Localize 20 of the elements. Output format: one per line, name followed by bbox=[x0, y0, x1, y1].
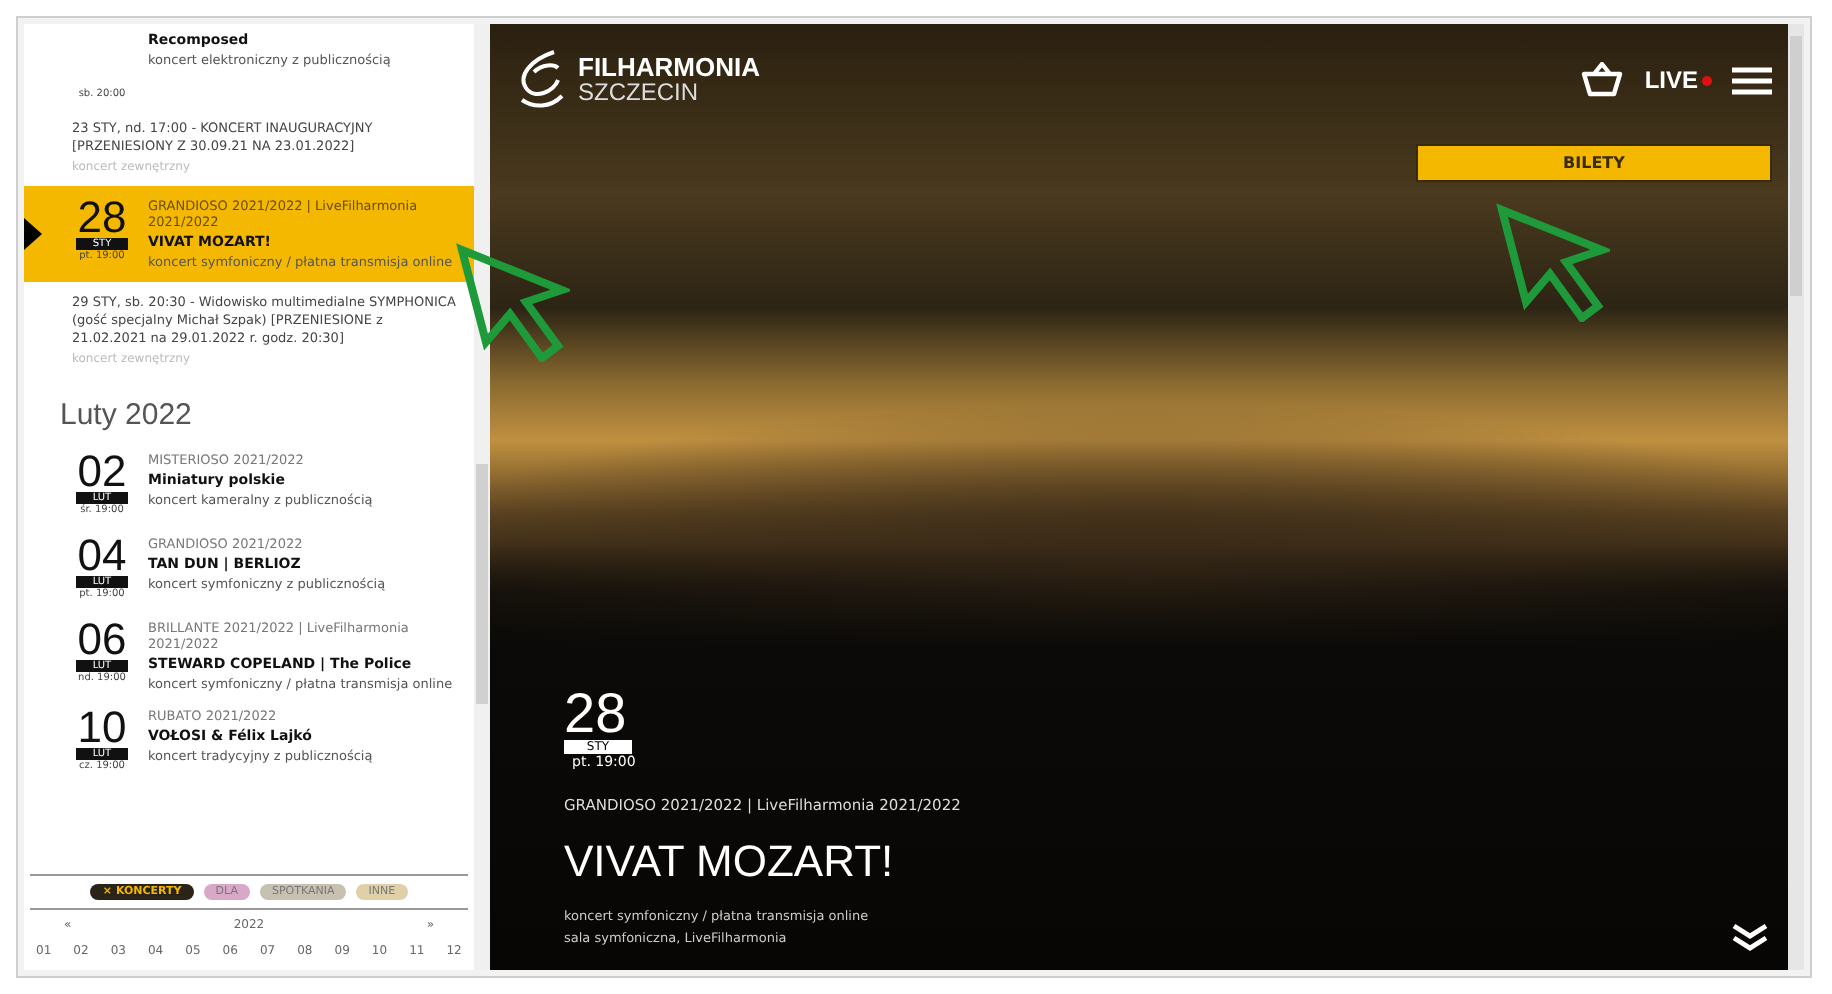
basket-icon[interactable] bbox=[1580, 62, 1625, 98]
menu-icon[interactable] bbox=[1732, 65, 1772, 95]
scrollbar-thumb[interactable] bbox=[476, 464, 488, 704]
scrollbar-thumb[interactable] bbox=[1790, 36, 1802, 296]
event-day: 28 bbox=[564, 688, 627, 740]
event-day: 04 bbox=[77, 536, 127, 576]
pointer-arrow-icon bbox=[1494, 202, 1610, 322]
event-day: 06 bbox=[77, 620, 127, 660]
logo-name: FILHARMONIA bbox=[578, 54, 760, 80]
event-day: 02 bbox=[77, 452, 127, 492]
selection-marker-icon bbox=[24, 218, 42, 250]
live-button[interactable]: LIVE bbox=[1644, 66, 1712, 94]
pointer-arrow-icon bbox=[454, 242, 570, 362]
event-day: 28 bbox=[77, 198, 127, 238]
event-title: VIVAT MOZART! bbox=[564, 836, 894, 888]
event-day: 10 bbox=[77, 708, 127, 748]
scroll-down-icon[interactable] bbox=[1732, 922, 1768, 954]
tickets-button[interactable]: BILETY bbox=[1416, 144, 1772, 182]
logo-city: SZCZECIN bbox=[578, 80, 700, 106]
month-heading: Luty 2022 bbox=[58, 396, 194, 436]
